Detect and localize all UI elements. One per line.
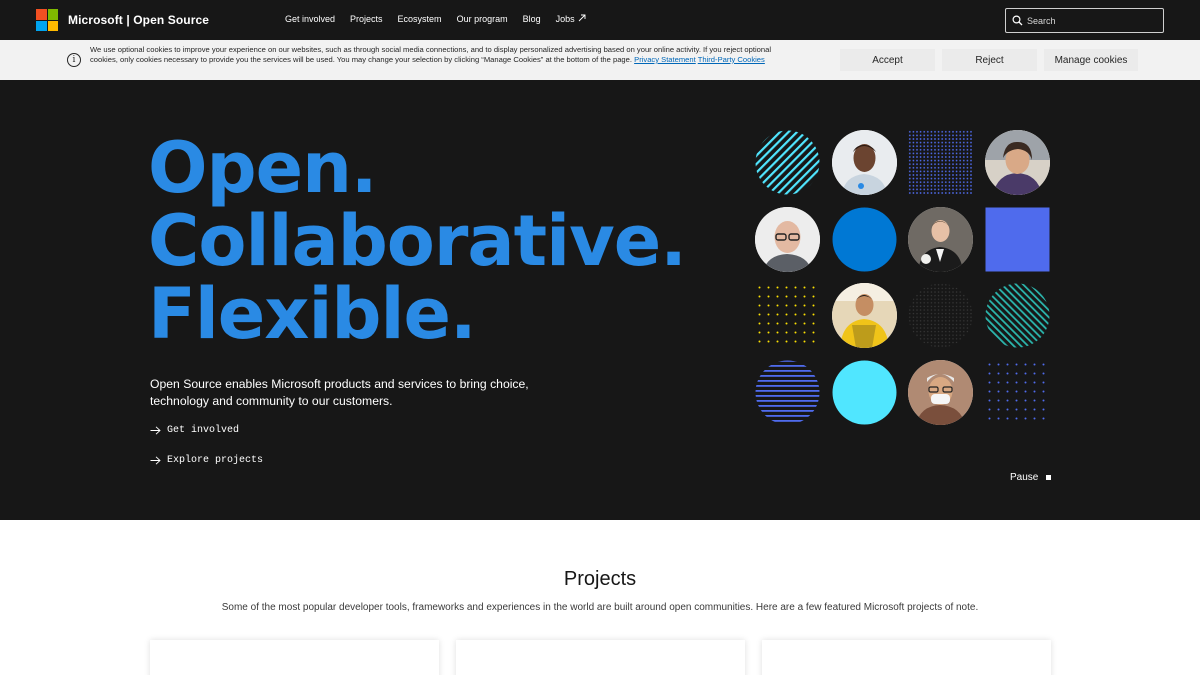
nav-get-involved[interactable]: Get involved bbox=[285, 14, 335, 24]
blue-circle-graphic bbox=[832, 207, 897, 272]
blue-dots-graphic bbox=[985, 360, 1050, 425]
hero-title: Open. Collaborative. Flexible. bbox=[148, 127, 687, 355]
contributor-avatar-5 bbox=[832, 283, 897, 348]
pause-animation-button[interactable]: Pause bbox=[1010, 472, 1052, 483]
nav-jobs[interactable]: Jobs bbox=[556, 14, 586, 24]
hero-title-line-1: Open. bbox=[148, 127, 378, 209]
dark-dotted-circle-graphic bbox=[908, 283, 973, 348]
search-box[interactable] bbox=[1005, 8, 1164, 33]
project-card[interactable] bbox=[762, 640, 1051, 675]
explore-projects-link[interactable]: Explore projects bbox=[150, 455, 263, 466]
explore-projects-label: Explore projects bbox=[167, 455, 264, 466]
hero-description: Open Source enables Microsoft products a… bbox=[150, 377, 529, 408]
hero-title-line-3: Flexible. bbox=[148, 273, 477, 355]
external-link-icon bbox=[578, 14, 586, 22]
privacy-statement-link[interactable]: Privacy Statement bbox=[634, 55, 696, 64]
teal-striped-circle-graphic bbox=[985, 283, 1050, 348]
contributor-avatar-3 bbox=[755, 207, 820, 272]
search-input[interactable] bbox=[1027, 12, 1159, 29]
projects-heading: Projects bbox=[563, 568, 637, 590]
contributor-avatar-4 bbox=[908, 207, 973, 272]
brand-title[interactable]: Microsoft | Open Source bbox=[68, 13, 209, 27]
nav-ecosystem[interactable]: Ecosystem bbox=[398, 14, 442, 24]
hero-title-line-2: Collaborative. bbox=[148, 200, 687, 282]
nav-jobs-label: Jobs bbox=[555, 14, 575, 24]
third-party-cookies-link[interactable]: Third-Party Cookies bbox=[698, 55, 765, 64]
indigo-square-graphic bbox=[985, 207, 1050, 272]
info-icon: i bbox=[67, 53, 81, 67]
contributor-avatar-2 bbox=[985, 130, 1050, 195]
hero-mosaic bbox=[755, 130, 1050, 426]
search-icon bbox=[1012, 15, 1023, 26]
arrow-right-icon bbox=[150, 456, 161, 465]
yellow-dots-graphic bbox=[755, 283, 820, 348]
nav-our-program[interactable]: Our program bbox=[457, 14, 508, 24]
nav-blog[interactable]: Blog bbox=[523, 14, 541, 24]
site-header: Microsoft | Open Source Get involved Pro… bbox=[0, 0, 1200, 40]
get-involved-label: Get involved bbox=[167, 425, 240, 436]
pause-label: Pause bbox=[1010, 472, 1039, 483]
arrow-right-icon bbox=[150, 426, 161, 435]
projects-description: Some of the most popular developer tools… bbox=[221, 602, 979, 613]
contributor-avatar-1 bbox=[832, 130, 897, 195]
manage-cookies-button[interactable]: Manage cookies bbox=[1044, 49, 1138, 71]
cookie-message: We use optional cookies to improve your … bbox=[90, 45, 780, 65]
nav-projects[interactable]: Projects bbox=[350, 14, 383, 24]
stop-icon bbox=[1046, 475, 1052, 480]
microsoft-logo-icon[interactable] bbox=[36, 9, 58, 31]
project-card[interactable] bbox=[150, 640, 439, 675]
reject-cookies-button[interactable]: Reject bbox=[942, 49, 1037, 71]
horizontal-lines-circle-graphic bbox=[755, 360, 820, 425]
main-nav: Get involved Projects Ecosystem Our prog… bbox=[285, 14, 586, 24]
striped-circle-graphic bbox=[755, 130, 820, 195]
accept-cookies-button[interactable]: Accept bbox=[840, 49, 935, 71]
contributor-avatar-6 bbox=[908, 360, 973, 425]
hero-section: Open. Collaborative. Flexible. Open Sour… bbox=[0, 80, 1200, 520]
project-card[interactable] bbox=[456, 640, 745, 675]
dotted-square-graphic bbox=[908, 130, 973, 195]
get-involved-link[interactable]: Get involved bbox=[150, 425, 239, 436]
cyan-circle-graphic bbox=[832, 360, 897, 425]
